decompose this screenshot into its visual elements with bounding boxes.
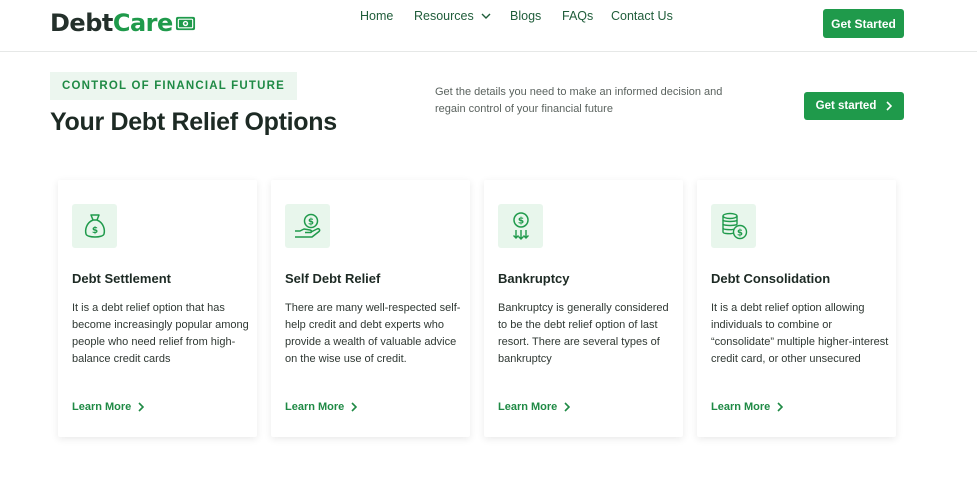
nav-resources[interactable]: Resources — [414, 9, 491, 23]
svg-text:$: $ — [517, 217, 523, 227]
nav-blogs[interactable]: Blogs — [510, 9, 541, 23]
svg-text:$: $ — [91, 226, 97, 236]
option-card-debt-settlement: $ Debt Settlement It is a debt relief op… — [58, 180, 257, 437]
page-title: Your Debt Relief Options — [50, 108, 337, 136]
option-card-debt-consolidation: $ Debt Consolidation It is a debt relief… — [697, 180, 896, 437]
card-description: Bankruptcy is generally considered to be… — [498, 302, 669, 365]
dollar-bill-icon — [175, 16, 195, 30]
learn-more-label: Learn More — [285, 401, 345, 413]
card-description: It is a debt relief option that has beco… — [72, 302, 249, 365]
money-bag-icon: $ — [72, 204, 117, 248]
card-description: There are many well-respected self-help … — [285, 302, 461, 365]
card-title: Bankruptcy — [498, 271, 570, 286]
card-title: Self Debt Relief — [285, 271, 381, 286]
learn-more-label: Learn More — [711, 401, 771, 413]
nav-resources-label: Resources — [414, 9, 474, 23]
card-title: Debt Settlement — [72, 271, 171, 286]
learn-more-link[interactable]: Learn More — [285, 401, 358, 413]
option-card-bankruptcy: $ Bankruptcy Bankruptcy is generally con… — [484, 180, 683, 437]
learn-more-link[interactable]: Learn More — [72, 401, 145, 413]
chevron-right-icon — [777, 402, 784, 412]
get-started-button[interactable]: Get started — [804, 92, 904, 120]
hero-description: Get the details you need to make an info… — [435, 86, 723, 115]
hand-coin-icon: $ — [285, 204, 330, 248]
coin-stack-icon: $ — [711, 204, 756, 248]
logo-text-debt: Debt — [50, 9, 113, 37]
svg-text:$: $ — [308, 218, 314, 228]
logo-text-care: Care — [112, 9, 173, 37]
chevron-right-icon — [886, 101, 893, 111]
chevron-right-icon — [351, 402, 358, 412]
logo[interactable]: Debt Care — [50, 9, 196, 37]
card-title: Debt Consolidation — [711, 271, 831, 286]
chevron-right-icon — [138, 402, 145, 412]
nav-faqs[interactable]: FAQs — [562, 9, 593, 23]
nav-home[interactable]: Home — [360, 9, 393, 23]
learn-more-label: Learn More — [72, 401, 132, 413]
get-started-label: Get started — [815, 100, 877, 112]
nav-contact[interactable]: Contact Us — [611, 9, 673, 23]
get-started-header-button[interactable]: Get Started — [823, 9, 904, 38]
learn-more-link[interactable]: Learn More — [711, 401, 784, 413]
dollar-arrows-icon: $ — [498, 204, 543, 248]
learn-more-link[interactable]: Learn More — [498, 401, 571, 413]
card-description: It is a debt relief option allowing indi… — [711, 302, 889, 365]
site-header: Debt Care Home Resources Blogs FAQs Conta… — [0, 0, 977, 52]
option-card-self-debt-relief: $ Self Debt Relief There are many well-r… — [271, 180, 470, 437]
chevron-down-icon — [481, 13, 491, 19]
learn-more-label: Learn More — [498, 401, 558, 413]
chevron-right-icon — [564, 402, 571, 412]
section-eyebrow: CONTROL OF FINANCIAL FUTURE — [50, 72, 297, 100]
svg-text:$: $ — [737, 229, 743, 239]
